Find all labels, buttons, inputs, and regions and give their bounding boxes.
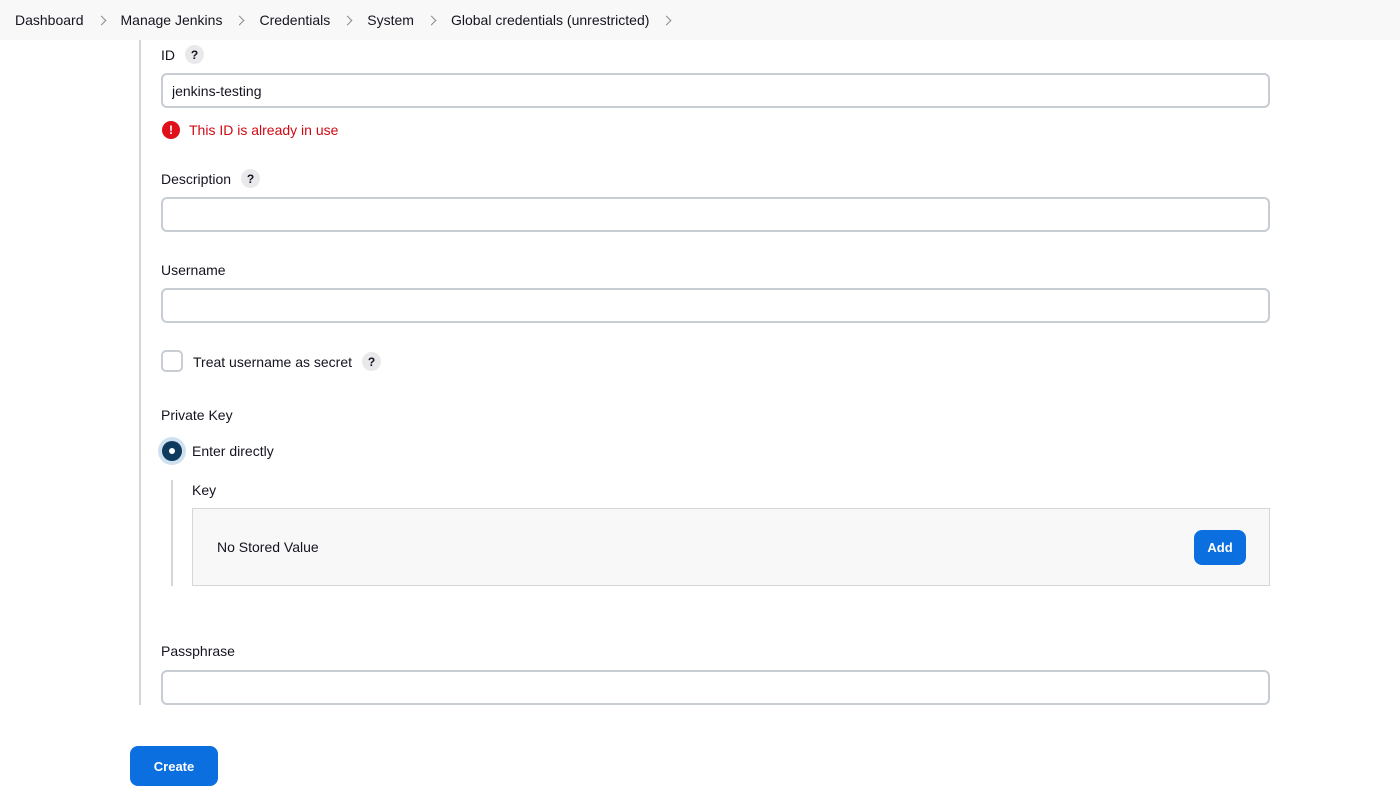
treat-secret-help-icon[interactable]: ? (362, 352, 381, 371)
description-label-row: Description ? (161, 169, 261, 188)
error-icon: ! (162, 121, 180, 139)
breadcrumb-global-credentials[interactable]: Global credentials (unrestricted) (451, 12, 649, 28)
key-label: Key (192, 482, 217, 498)
treat-secret-label-row: Treat username as secret ? (193, 352, 381, 371)
enter-directly-option[interactable]: Enter directly (158, 437, 274, 465)
enter-directly-label[interactable]: Enter directly (192, 443, 274, 459)
chevron-right-icon (96, 15, 106, 25)
id-error-text: This ID is already in use (189, 122, 339, 138)
id-input[interactable] (161, 73, 1270, 108)
key-value-box: No Stored Value Add (192, 508, 1270, 586)
passphrase-label-row: Passphrase (161, 643, 235, 659)
radio-dot (169, 448, 175, 454)
enter-directly-radio[interactable] (158, 437, 186, 465)
description-input[interactable] (161, 197, 1270, 232)
description-help-icon[interactable]: ? (241, 169, 261, 188)
private-key-label: Private Key (161, 407, 233, 423)
breadcrumb: Dashboard Manage Jenkins Credentials Sys… (0, 0, 1400, 40)
username-input[interactable] (161, 288, 1270, 323)
passphrase-label: Passphrase (161, 643, 235, 659)
chevron-right-icon (235, 15, 245, 25)
chevron-right-icon[interactable] (661, 15, 672, 25)
create-button[interactable]: Create (130, 746, 218, 786)
breadcrumb-system[interactable]: System (367, 12, 414, 28)
id-label-row: ID ? (161, 45, 204, 64)
id-error-message: ! This ID is already in use (162, 121, 338, 139)
key-label-row: Key (192, 482, 216, 498)
treat-secret-label[interactable]: Treat username as secret (193, 354, 352, 370)
add-key-button[interactable]: Add (1194, 530, 1246, 565)
breadcrumb-dashboard[interactable]: Dashboard (15, 12, 84, 28)
chevron-right-icon (342, 15, 353, 25)
no-stored-value-text: No Stored Value (217, 539, 319, 555)
section-divider (139, 40, 141, 705)
treat-username-secret-checkbox[interactable] (161, 350, 183, 372)
id-help-icon[interactable]: ? (185, 45, 204, 64)
username-label-row: Username (161, 262, 226, 278)
description-label: Description (161, 170, 232, 187)
breadcrumb-manage-jenkins[interactable]: Manage Jenkins (121, 12, 223, 28)
key-section-divider (171, 480, 173, 586)
username-label: Username (161, 262, 226, 278)
private-key-label-row: Private Key (161, 407, 233, 423)
passphrase-input[interactable] (161, 670, 1270, 705)
radio-selected-indicator (162, 441, 182, 461)
id-label: ID (161, 46, 175, 63)
breadcrumb-credentials[interactable]: Credentials (259, 12, 330, 28)
chevron-right-icon (426, 15, 437, 25)
